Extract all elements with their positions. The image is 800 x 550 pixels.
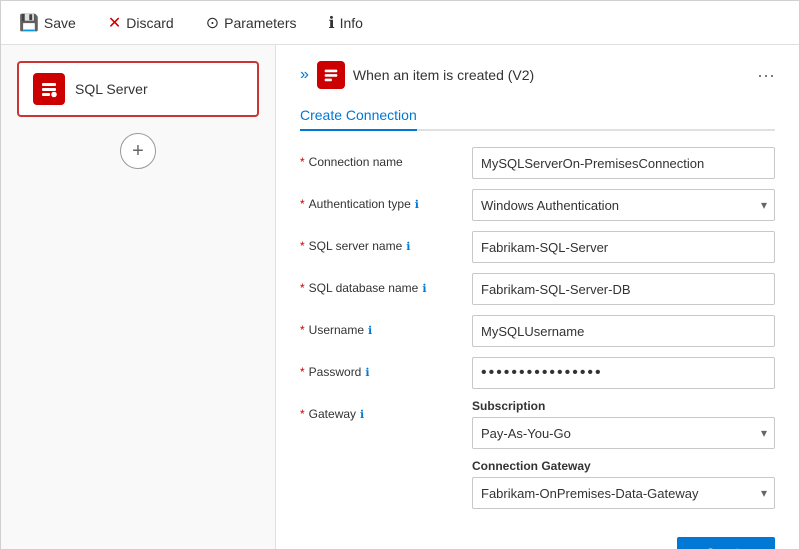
password-text: Password xyxy=(309,365,362,379)
sql-server-name-label: * SQL server name ℹ xyxy=(300,231,460,253)
sql-db-name-label: * SQL database name ℹ xyxy=(300,273,460,295)
main-content: SQL Server + » When an item is created (… xyxy=(1,45,799,549)
required-star3: * xyxy=(300,239,305,253)
required-star4: * xyxy=(300,281,305,295)
trigger-title: When an item is created (V2) xyxy=(353,67,749,83)
required-star6: * xyxy=(300,365,305,379)
save-label: Save xyxy=(44,15,76,31)
required-star7: * xyxy=(300,407,305,421)
auth-type-label: * Authentication type ℹ xyxy=(300,189,460,211)
left-panel: SQL Server + xyxy=(1,45,276,549)
info-label: Info xyxy=(340,15,363,31)
discard-icon: ✕ xyxy=(108,13,121,33)
connection-gateway-section: Connection Gateway Fabrikam-OnPremises-D… xyxy=(472,459,775,509)
parameters-button[interactable]: ⊙ Parameters xyxy=(200,9,303,37)
create-connection-form: * Connection name * Authentication type … xyxy=(300,147,775,549)
connection-name-text: Connection name xyxy=(309,155,403,169)
required-star2: * xyxy=(300,197,305,211)
info-button[interactable]: ℹ Info xyxy=(322,9,368,37)
required-star: * xyxy=(300,155,305,169)
subscription-select[interactable]: Pay-As-You-Go Enterprise xyxy=(472,417,775,449)
sql-server-name-row: * SQL server name ℹ xyxy=(300,231,775,263)
gateway-label: * Gateway ℹ xyxy=(300,399,460,421)
discard-label: Discard xyxy=(126,15,173,31)
create-button[interactable]: Create xyxy=(677,537,775,549)
sql-server-label: SQL Server xyxy=(75,81,148,97)
password-info-icon[interactable]: ℹ xyxy=(365,366,369,379)
subscription-section: Subscription Pay-As-You-Go Enterprise ▾ xyxy=(472,399,775,449)
password-row: * Password ℹ xyxy=(300,357,775,389)
right-panel: » When an item is created (V2) ··· Creat… xyxy=(276,45,799,549)
add-icon: + xyxy=(132,140,144,163)
sql-server-card[interactable]: SQL Server xyxy=(17,61,259,117)
auth-type-text: Authentication type xyxy=(309,197,411,211)
gateway-section: Subscription Pay-As-You-Go Enterprise ▾ … xyxy=(472,399,775,519)
info-icon: ℹ xyxy=(328,13,334,33)
discard-button[interactable]: ✕ Discard xyxy=(102,9,180,37)
sql-server-name-text: SQL server name xyxy=(309,239,403,253)
gateway-text: Gateway xyxy=(309,407,356,421)
username-input[interactable] xyxy=(472,315,775,347)
subscription-select-wrapper: Pay-As-You-Go Enterprise ▾ xyxy=(472,417,775,449)
trigger-more-menu[interactable]: ··· xyxy=(757,65,775,86)
username-info-icon[interactable]: ℹ xyxy=(368,324,372,337)
auth-type-row: * Authentication type ℹ Windows Authenti… xyxy=(300,189,775,221)
connection-gateway-select[interactable]: Fabrikam-OnPremises-Data-Gateway xyxy=(472,477,775,509)
sql-db-name-row: * SQL database name ℹ xyxy=(300,273,775,305)
add-button[interactable]: + xyxy=(120,133,156,169)
connection-name-row: * Connection name xyxy=(300,147,775,179)
save-icon: 💾 xyxy=(19,13,39,33)
gateway-info-icon[interactable]: ℹ xyxy=(360,408,364,421)
sql-db-name-text: SQL database name xyxy=(309,281,419,295)
auth-type-select[interactable]: Windows Authentication SQL Server Authen… xyxy=(472,189,775,221)
form-actions: Create xyxy=(300,529,775,549)
subscription-section-label: Subscription xyxy=(472,399,775,413)
connection-name-label: * Connection name xyxy=(300,147,460,169)
sql-server-icon xyxy=(33,73,65,105)
sql-db-name-input[interactable] xyxy=(472,273,775,305)
password-input[interactable] xyxy=(472,357,775,389)
auth-type-select-wrapper: Windows Authentication SQL Server Authen… xyxy=(472,189,775,221)
forward-icon: » xyxy=(300,66,309,84)
username-label: * Username ℹ xyxy=(300,315,460,337)
sql-server-name-input[interactable] xyxy=(472,231,775,263)
toolbar: 💾 Save ✕ Discard ⊙ Parameters ℹ Info xyxy=(1,1,799,45)
sql-server-info-icon[interactable]: ℹ xyxy=(406,240,410,253)
connection-gateway-select-wrapper: Fabrikam-OnPremises-Data-Gateway ▾ xyxy=(472,477,775,509)
required-star5: * xyxy=(300,323,305,337)
tab-bar: Create Connection xyxy=(300,101,775,131)
parameters-label: Parameters xyxy=(224,15,296,31)
trigger-header: » When an item is created (V2) ··· xyxy=(300,61,775,89)
create-connection-tab[interactable]: Create Connection xyxy=(300,101,417,131)
username-row: * Username ℹ xyxy=(300,315,775,347)
connection-gateway-section-label: Connection Gateway xyxy=(472,459,775,473)
password-label: * Password ℹ xyxy=(300,357,460,379)
sql-db-info-icon[interactable]: ℹ xyxy=(422,282,426,295)
connection-name-input[interactable] xyxy=(472,147,775,179)
trigger-sql-icon xyxy=(317,61,345,89)
username-text: Username xyxy=(309,323,364,337)
auth-type-info-icon[interactable]: ℹ xyxy=(415,198,419,211)
parameters-icon: ⊙ xyxy=(206,13,219,33)
gateway-row: * Gateway ℹ Subscription Pay-As-You-Go E… xyxy=(300,399,775,519)
save-button[interactable]: 💾 Save xyxy=(13,9,82,37)
